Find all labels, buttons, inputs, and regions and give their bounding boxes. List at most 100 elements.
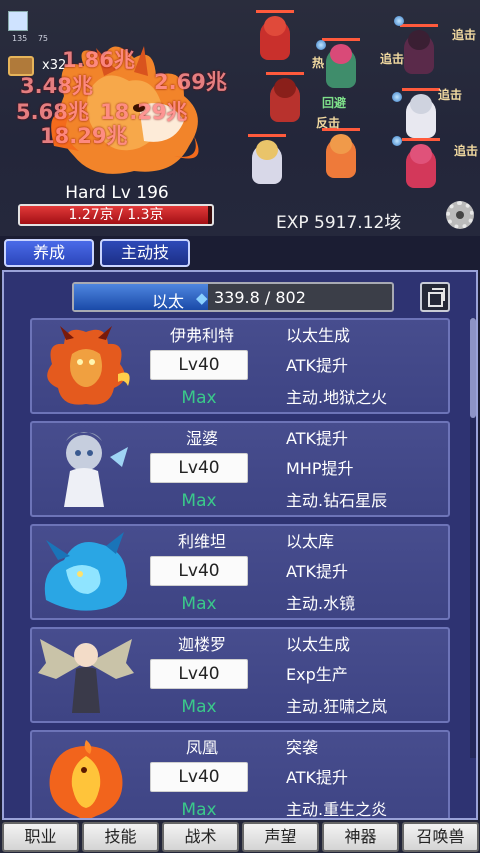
shiva-portrait xyxy=(64,432,128,507)
monster-max-label: Max xyxy=(181,697,217,717)
hero-status-label: 追击 xyxy=(454,144,479,158)
phoenix-portrait xyxy=(49,740,123,818)
nav-summon-button[interactable]: 召唤兽 xyxy=(402,822,479,852)
hero-hp-bar xyxy=(322,38,360,41)
hero-status-label: 追击 xyxy=(380,52,405,66)
monster-level-button[interactable]: Lv40 xyxy=(150,762,248,792)
ether-bar: 以太 ◆ 339.8 / 802 xyxy=(72,282,394,312)
hero-hp-bar xyxy=(248,134,286,137)
monster-level-button[interactable]: Lv40 xyxy=(150,350,248,380)
monster-skill: ATK提升 xyxy=(286,768,348,787)
monster-name: 湿婆 xyxy=(185,429,218,448)
hero-head xyxy=(256,140,278,160)
bottom-nav: 职业 技能 战术 声望 神器 召唤兽 xyxy=(0,820,480,853)
monster-level-button[interactable]: Lv40 xyxy=(150,453,248,483)
battle-area: 135 75 x32 1.86兆 3.48兆 2.69兆 5.68兆 18.29… xyxy=(0,0,480,236)
hero-status-label: 追击 xyxy=(452,28,477,42)
hero-status-label: 回避 xyxy=(322,96,347,110)
monster-skill: 以太库 xyxy=(286,532,335,551)
list-scrollbar[interactable] xyxy=(470,318,476,758)
scrollbar-thumb[interactable] xyxy=(470,318,476,418)
hero-head xyxy=(330,44,352,64)
orb-icon xyxy=(392,136,402,146)
hero-head xyxy=(330,134,352,154)
monster-skill: 主动.钻石星辰 xyxy=(286,491,388,510)
nav-job-button[interactable]: 职业 xyxy=(2,822,79,852)
damage-number: 2.69兆 xyxy=(154,70,227,94)
monster-skill: 以太生成 xyxy=(286,326,351,345)
monster-skill: 突袭 xyxy=(286,738,319,757)
monster-max-label: Max xyxy=(181,800,217,820)
hero-head xyxy=(274,78,296,98)
exp-counter: EXP 5917.12垓 xyxy=(276,213,402,233)
hero-head xyxy=(408,30,430,50)
ifrit-portrait xyxy=(47,326,130,405)
hero-head xyxy=(410,144,432,164)
boss-hp-bar: 1.27京 / 1.3京 xyxy=(18,204,214,226)
monster-list: 伊弗利特 Lv40 Max 以太生成 ATK提升 主动.地狱之火 湿婆 Lv40 xyxy=(30,318,450,820)
game-screen: 135 75 x32 1.86兆 3.48兆 2.69兆 5.68兆 18.29… xyxy=(0,0,480,853)
summon-panel: 以太 ◆ 339.8 / 802 伊弗利特 Lv40 Max 以太生成 ATK提… xyxy=(2,270,478,820)
orb-icon xyxy=(394,16,404,26)
hero-sprite[interactable] xyxy=(252,10,298,66)
hero-hp-bar xyxy=(256,10,294,13)
monster-name: 凤凰 xyxy=(185,738,218,757)
monster-skill: ATK提升 xyxy=(286,356,348,375)
monster-card-phoenix[interactable]: 凤凰 Lv40 Max 突袭 ATK提升 主动.重生之炎 xyxy=(30,730,450,820)
hero-sprite[interactable] xyxy=(318,128,364,184)
hero-status-label: 追击 xyxy=(438,88,463,102)
hero-hp-bar xyxy=(266,72,304,75)
nav-tactics-button[interactable]: 战术 xyxy=(162,822,239,852)
hero-sprite[interactable] xyxy=(398,138,444,194)
boss-hp-text: 1.27京 / 1.3京 xyxy=(68,207,164,223)
hero-sprite[interactable] xyxy=(262,72,308,128)
monster-skill: MHP提升 xyxy=(286,459,354,478)
monster-skill: 主动.水镜 xyxy=(286,594,356,613)
hero-head xyxy=(264,16,286,36)
boss-label: Hard Lv 196 xyxy=(65,183,169,203)
monster-name: 迦楼罗 xyxy=(177,635,226,654)
monster-max-label: Max xyxy=(181,388,217,408)
tab-active-skill[interactable]: 主动技 xyxy=(100,239,190,267)
monster-skill: Exp生产 xyxy=(286,665,348,684)
monster-skill: 主动.地狱之火 xyxy=(286,388,388,407)
portrait-stat: 135 xyxy=(12,34,28,43)
nav-artifact-button[interactable]: 神器 xyxy=(322,822,399,852)
ether-label: 以太 xyxy=(152,292,185,311)
monster-skill: 主动.狂啸之岚 xyxy=(286,697,388,716)
monster-max-label: Max xyxy=(181,594,217,614)
monster-level-button[interactable]: Lv40 xyxy=(150,659,248,689)
ether-value: 339.8 / 802 xyxy=(214,288,306,307)
monster-card-ifrit[interactable]: 伊弗利特 Lv40 Max 以太生成 ATK提升 主动.地狱之火 xyxy=(30,318,450,414)
ether-diamond-icon: ◆ xyxy=(196,289,208,307)
monster-card-leviathan[interactable]: 利维坦 Lv40 Max 以太库 ATK提升 主动.水镜 xyxy=(30,524,450,620)
monster-skill: ATK提升 xyxy=(286,562,348,581)
hero-head xyxy=(410,94,432,114)
hero-status-label: 反击 xyxy=(316,116,341,130)
monster-skill: 主动.重生之炎 xyxy=(286,800,388,819)
nav-reputation-button[interactable]: 声望 xyxy=(242,822,319,852)
garuda-portrait xyxy=(38,639,134,713)
leviathan-portrait xyxy=(44,532,128,611)
player-portrait[interactable] xyxy=(8,11,28,31)
monster-skill: 以太生成 xyxy=(286,635,351,654)
hero-sprite[interactable] xyxy=(318,38,364,94)
hero-sprite[interactable] xyxy=(244,134,290,190)
monster-skill: ATK提升 xyxy=(286,429,348,448)
tab-cultivate[interactable]: 养成 xyxy=(4,239,94,267)
monster-name: 利维坦 xyxy=(177,532,226,551)
damage-number: 18.29兆 xyxy=(40,124,128,148)
monster-level-button[interactable]: Lv40 xyxy=(150,556,248,586)
copy-button[interactable] xyxy=(420,282,450,312)
monster-card-shiva[interactable]: 湿婆 Lv40 Max ATK提升 MHP提升 主动.钻石星辰 xyxy=(30,421,450,517)
gear-icon[interactable] xyxy=(446,201,474,229)
hero-hp-bar xyxy=(402,138,440,141)
hero-hp-bar xyxy=(402,88,440,91)
nav-skill-button[interactable]: 技能 xyxy=(82,822,159,852)
monster-max-label: Max xyxy=(181,491,217,511)
tab-bar: 养成 主动技 xyxy=(0,236,480,270)
monster-name: 伊弗利特 xyxy=(169,326,234,345)
monster-card-garuda[interactable]: 迦楼罗 Lv40 Max 以太生成 Exp生产 主动.狂啸之岚 xyxy=(30,627,450,723)
orb-icon xyxy=(316,40,326,50)
orb-icon xyxy=(392,92,402,102)
